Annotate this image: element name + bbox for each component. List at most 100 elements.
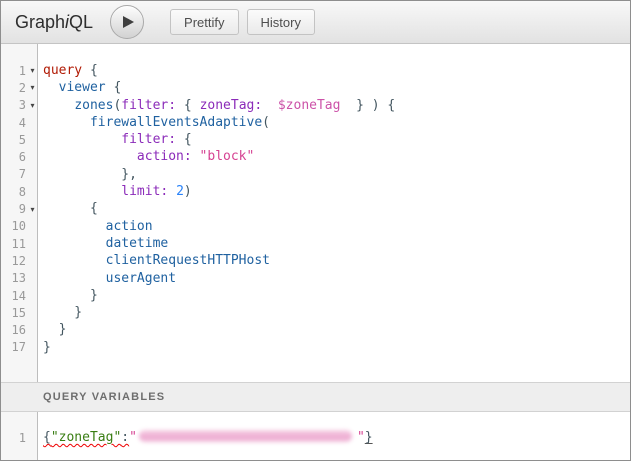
fold-arrow-icon[interactable]: ▾ — [26, 205, 39, 214]
code-token: "zoneTag" — [51, 430, 121, 445]
code-token: : — [121, 430, 129, 445]
code-token — [43, 80, 59, 95]
code-token — [43, 184, 121, 199]
code-token: } — [365, 430, 373, 445]
code-token: 2 — [176, 184, 184, 199]
line-number: 14 — [1, 289, 26, 303]
code-token: " — [357, 430, 365, 445]
code-line[interactable]: 4 firewallEventsAdaptive( — [1, 114, 630, 131]
code-line[interactable]: 14 } — [1, 287, 630, 304]
fold-arrow-icon[interactable]: ▾ — [26, 66, 39, 75]
code-token: $zoneTag — [278, 98, 341, 113]
code-text: } — [43, 304, 82, 321]
line-number: 16 — [1, 323, 26, 337]
query-editor[interactable]: 1▾query {2▾ viewer {3▾ zones(filter: { z… — [1, 44, 630, 382]
line-number: 1 — [1, 64, 26, 78]
code-token: zoneTag: — [200, 98, 263, 113]
code-token: } ) { — [340, 98, 395, 113]
prettify-button[interactable]: Prettify — [170, 9, 238, 35]
code-token — [262, 98, 278, 113]
fold-arrow-icon[interactable]: ▾ — [26, 101, 39, 110]
code-token — [168, 184, 176, 199]
code-token: { — [82, 63, 98, 78]
line-number: 17 — [1, 340, 26, 354]
code-token: datetime — [106, 236, 169, 251]
code-line[interactable]: 9▾ { — [1, 200, 630, 217]
code-line[interactable]: 13 userAgent — [1, 270, 630, 287]
code-line[interactable]: 5 filter: { — [1, 131, 630, 148]
code-token: ) — [184, 184, 192, 199]
code-token: { — [43, 430, 51, 445]
line-number: 15 — [1, 306, 26, 320]
code-text: viewer { — [43, 79, 121, 96]
code-token: } — [43, 288, 98, 303]
code-token — [192, 149, 200, 164]
code-token: { — [176, 132, 192, 147]
line-number: 13 — [1, 271, 26, 285]
code-text: filter: { — [43, 131, 192, 148]
code-token: limit: — [121, 184, 168, 199]
code-line[interactable]: 15 } — [1, 304, 630, 321]
code-line[interactable]: 6 action: "block" — [1, 148, 630, 165]
code-token: { — [106, 80, 122, 95]
history-button[interactable]: History — [247, 9, 315, 35]
fold-arrow-icon[interactable]: ▾ — [26, 83, 39, 92]
code-token: } — [43, 305, 82, 320]
line-number: 1 — [1, 431, 26, 445]
line-number: 5 — [1, 133, 26, 147]
line-number: 3 — [1, 98, 26, 112]
variables-code-lines: 1{"zoneTag":""} — [1, 429, 630, 446]
code-line[interactable]: 10 action — [1, 218, 630, 235]
code-text: {"zoneTag":""} — [43, 429, 373, 446]
code-token: }, — [43, 167, 137, 182]
code-line[interactable]: 1{"zoneTag":""} — [1, 429, 630, 446]
code-line[interactable]: 11 datetime — [1, 235, 630, 252]
line-number: 9 — [1, 202, 26, 216]
code-line[interactable]: 12 clientRequestHTTPHost — [1, 252, 630, 269]
code-line[interactable]: 16 } — [1, 321, 630, 338]
code-text: } — [43, 339, 51, 356]
code-token — [43, 219, 106, 234]
code-text: userAgent — [43, 270, 176, 287]
code-token: query — [43, 63, 82, 78]
code-line[interactable]: 2▾ viewer { — [1, 79, 630, 96]
play-icon — [119, 15, 135, 29]
execute-query-button[interactable] — [110, 5, 144, 39]
query-variables-editor[interactable]: 1{"zoneTag":""} — [1, 412, 630, 460]
code-token: " — [129, 430, 137, 445]
code-line[interactable]: 17} — [1, 339, 630, 356]
logo-text-suffix: QL — [69, 12, 93, 32]
line-number: 8 — [1, 185, 26, 199]
code-token: } — [43, 322, 66, 337]
code-token — [43, 115, 90, 130]
logo-text: Graph — [15, 12, 65, 32]
line-number: 10 — [1, 219, 26, 233]
line-number: 11 — [1, 237, 26, 251]
code-line[interactable]: 3▾ zones(filter: { zoneTag: $zoneTag } )… — [1, 97, 630, 114]
code-line[interactable]: 8 limit: 2) — [1, 183, 630, 200]
code-text: datetime — [43, 235, 168, 252]
query-variables-title-bar[interactable]: QUERY VARIABLES — [1, 382, 630, 412]
line-number: 12 — [1, 254, 26, 268]
line-number: 6 — [1, 150, 26, 164]
code-token: filter: — [121, 98, 176, 113]
code-text: firewallEventsAdaptive( — [43, 114, 270, 131]
code-text: clientRequestHTTPHost — [43, 252, 270, 269]
code-line[interactable]: 1▾ query { — [1, 62, 630, 79]
line-number: 4 — [1, 116, 26, 130]
code-token — [43, 98, 74, 113]
code-token: } — [43, 340, 51, 355]
code-token: viewer — [59, 80, 106, 95]
code-token: ( — [262, 115, 270, 130]
graphiql-logo: GraphiQL — [15, 12, 93, 33]
code-token: zones — [74, 98, 113, 113]
code-token: "block" — [200, 149, 255, 164]
code-token: userAgent — [106, 271, 176, 286]
code-token: { — [43, 201, 98, 216]
code-text: } — [43, 287, 98, 304]
line-number: 7 — [1, 167, 26, 181]
code-token — [43, 271, 106, 286]
code-text: } — [43, 321, 66, 338]
code-token: action: — [137, 149, 192, 164]
code-line[interactable]: 7 }, — [1, 166, 630, 183]
